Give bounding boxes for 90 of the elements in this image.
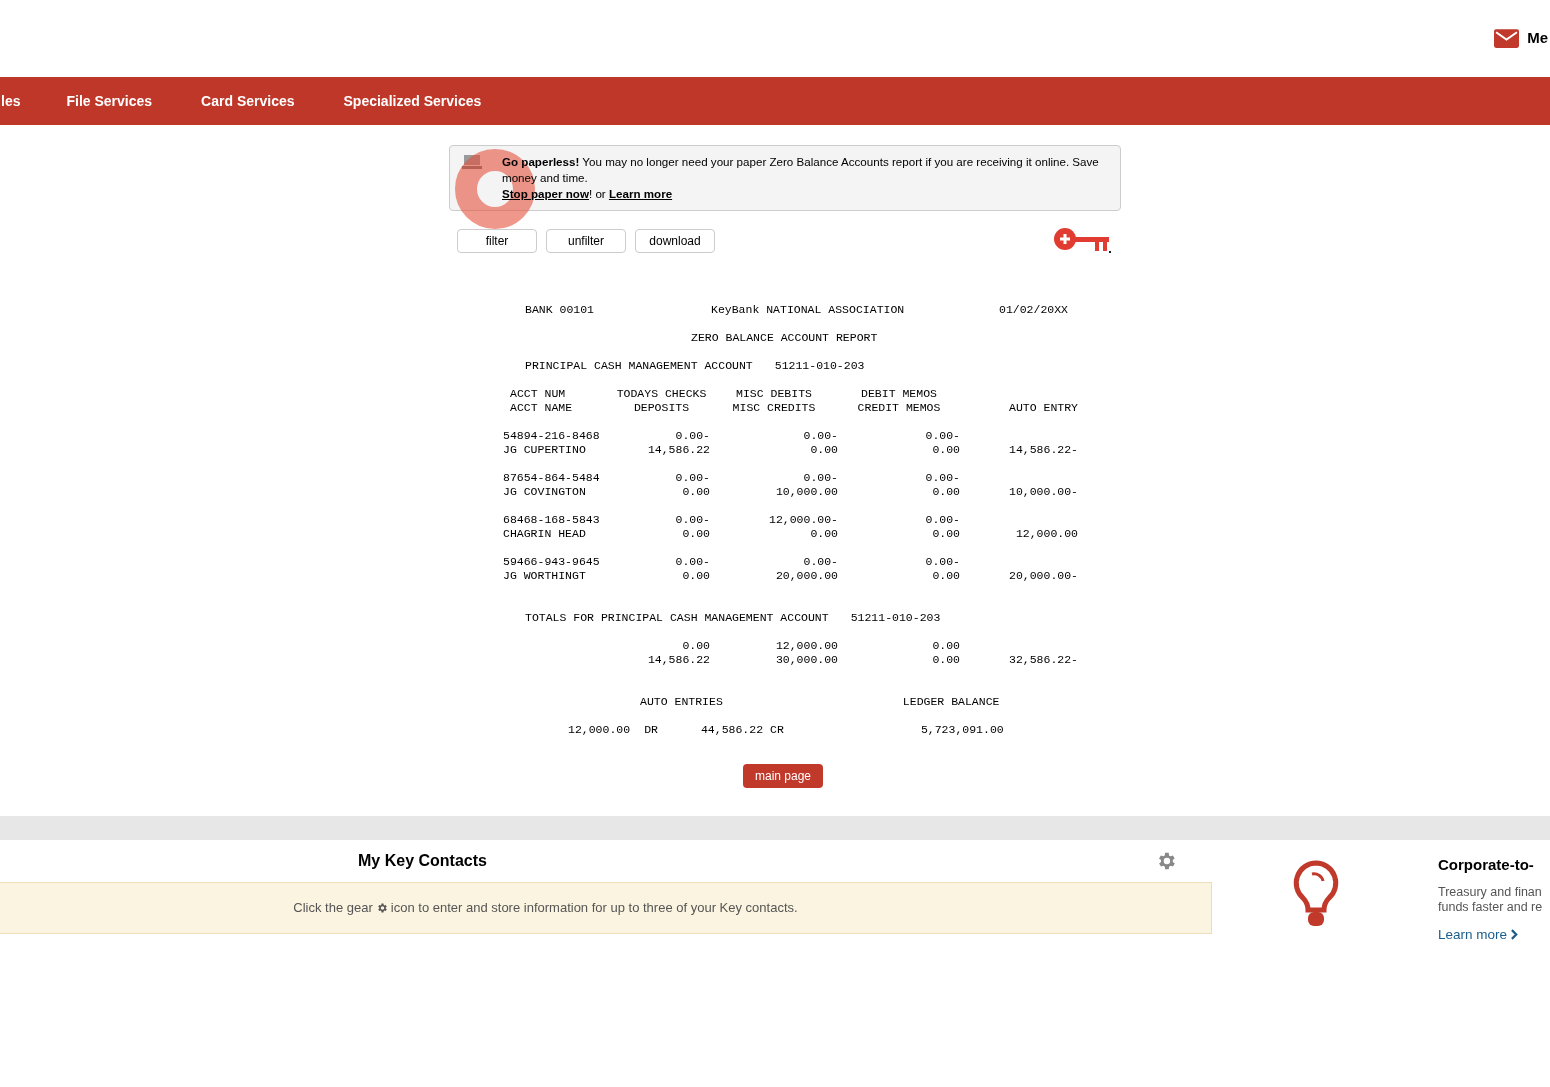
report-text: 12,000.00 <box>568 723 631 737</box>
report-cell: 10,000.00- <box>1009 485 1078 499</box>
report-text: PRINCIPAL CASH MANAGEMENT ACCOUNT <box>525 359 753 373</box>
nav-link[interactable]: Card Services <box>201 90 295 112</box>
promo-text: funds faster and re <box>1438 899 1544 915</box>
column-heading: CREDIT MEMOS <box>857 401 941 415</box>
report-cell: 0.00 <box>810 527 838 541</box>
report-cell: 0.00 <box>932 485 960 499</box>
column-heading: MISC DEBITS <box>736 387 812 401</box>
report-text: 5,723,091.00 <box>920 723 1004 737</box>
column-heading: DEPOSITS <box>633 401 690 415</box>
promo-title: Corporate-to- <box>1438 855 1535 875</box>
report-cell: 14,586.22 <box>647 653 710 667</box>
report-cell: 0.00 <box>932 569 960 583</box>
report-cell: 59466-943-9645 <box>503 555 600 569</box>
report-cell: 32,586.22- <box>1009 653 1078 667</box>
report-cell: 0.00- <box>803 429 838 443</box>
contacts-title: My Key Contacts <box>358 851 487 871</box>
report-cell: 12,000.00- <box>769 513 838 527</box>
column-heading: ACCT NUM <box>509 387 566 401</box>
report-text: AUTO ENTRIES <box>640 695 723 709</box>
nav-link[interactable]: Specialized Services <box>343 90 482 112</box>
report-cell: 68468-168-5843 <box>503 513 600 527</box>
report-cell: 14,586.22 <box>647 443 710 457</box>
report-text: LEDGER BALANCE <box>902 695 1000 709</box>
toolbar-button[interactable]: unfilter <box>546 229 626 253</box>
report-cell: 12,000.00 <box>775 639 838 653</box>
report-text: 01/02/20XX <box>999 303 1069 317</box>
report-cell: 0.00 <box>682 639 710 653</box>
report-cell: 0.00- <box>925 513 960 527</box>
report-cell: 0.00- <box>925 429 960 443</box>
report-cell: 0.00 <box>682 569 710 583</box>
report-cell: 10,000.00 <box>775 485 838 499</box>
chevron-icon <box>1511 929 1519 941</box>
nav-link[interactable]: File Services <box>66 90 153 112</box>
report-cell: 54894-216-8468 <box>503 429 600 443</box>
report-cell: 20,000.00 <box>775 569 838 583</box>
report-cell: 20,000.00- <box>1009 569 1078 583</box>
report-text: 44,586.22 <box>700 723 764 737</box>
report-cell: 0.00 <box>932 639 960 653</box>
report-text: BANK 00101 <box>525 303 595 317</box>
report-cell: 87654-864-5484 <box>503 471 600 485</box>
report-cell: 0.00- <box>675 429 710 443</box>
report-cell: 14,586.22- <box>1009 443 1078 457</box>
column-heading: DEBIT MEMOS <box>861 387 937 401</box>
learn-more-link[interactable]: Learn more <box>608 187 673 200</box>
main-page-button[interactable]: main page <box>743 764 823 788</box>
column-heading: TODAYS CHECKS <box>616 387 707 401</box>
report-text: 51211-010-203 <box>850 611 941 625</box>
report-text: 51211-010-203 <box>774 359 865 373</box>
key-logo-icon <box>1053 227 1113 255</box>
report-title: ZERO BALANCE ACCOUNT REPORT <box>691 331 878 344</box>
nav-link[interactable]: les <box>1 90 21 112</box>
column-heading: MISC CREDITS <box>732 401 816 415</box>
messages-link[interactable]: Me <box>1527 27 1548 50</box>
column-heading: AUTO ENTRY <box>1009 401 1078 415</box>
report-cell: 30,000.00 <box>775 653 838 667</box>
report-cell: CHAGRIN HEAD <box>503 527 586 541</box>
report-cell: JG CUPERTINO <box>503 443 586 457</box>
report-cell: 0.00- <box>675 555 710 569</box>
column-heading: ACCT NAME <box>509 401 573 415</box>
report-cell: 0.00- <box>675 471 710 485</box>
report-cell: 0.00 <box>682 527 710 541</box>
report-cell: 0.00- <box>925 555 960 569</box>
report-cell: 0.00 <box>810 443 838 457</box>
report-cell: 0.00- <box>803 471 838 485</box>
learn-more-link[interactable]: Learn more <box>1438 924 1550 945</box>
contacts-hint-text: icon to enter and store information for up to three of your Key contacts. <box>390 899 798 918</box>
report-cell: 12,000.00 <box>1015 527 1078 541</box>
report-text: TOTALS FOR PRINCIPAL CASH MANAGEMENT ACCOUNT <box>525 611 829 625</box>
toolbar-button[interactable]: download <box>635 229 715 253</box>
report-cell: 0.00 <box>932 527 960 541</box>
report-text: DR <box>644 723 658 737</box>
report-cell: 0.00 <box>932 653 960 667</box>
report-cell: JG COVINGTON <box>503 485 586 499</box>
report-cell: 0.00- <box>675 513 710 527</box>
report-cell: 0.00- <box>803 555 838 569</box>
stop-paper-link[interactable]: Stop paper now <box>502 187 589 200</box>
report-cell: JG WORTHINGT <box>503 569 586 583</box>
promo-text: Treasury and finan <box>1438 884 1543 900</box>
report-cell: 0.00 <box>682 485 710 499</box>
toolbar-button[interactable]: filter <box>457 229 537 253</box>
report-cell: 0.00 <box>932 443 960 457</box>
envelope-icon[interactable] <box>1494 29 1520 48</box>
report-text: CR <box>770 723 784 737</box>
report-cell: 0.00- <box>925 471 960 485</box>
contacts-hint-text: Click the gear <box>293 899 373 918</box>
report-text: KeyBank NATIONAL ASSOCIATION <box>711 303 906 317</box>
notice-text: Go paperless! You may no longer need your paper Zero Balance Accounts report if you are receiving it online. Save money and time. Stop paper now! or Learn more <box>502 154 1100 202</box>
gear-icon <box>375 902 388 914</box>
